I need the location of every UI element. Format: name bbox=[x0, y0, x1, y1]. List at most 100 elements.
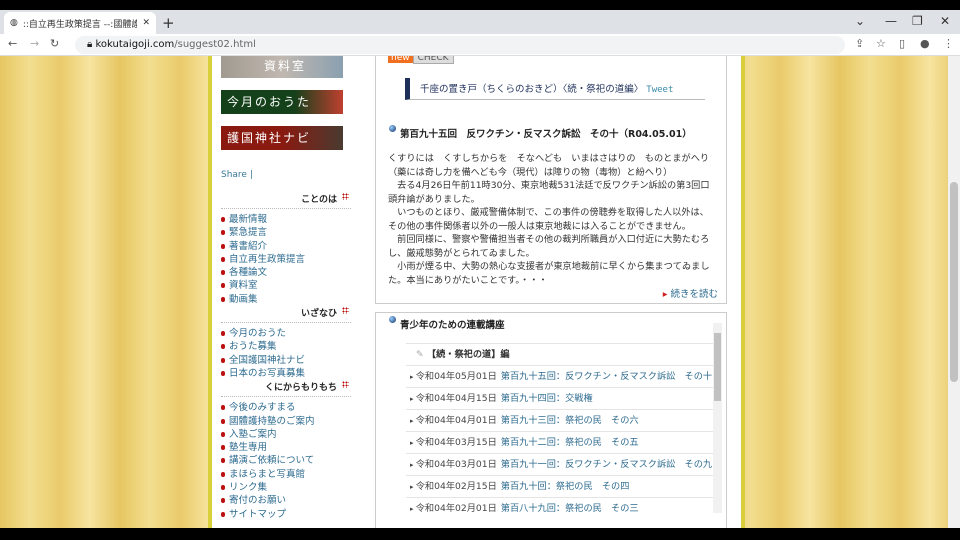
entry-link[interactable]: 第百九十五回：反ワクチン・反マスク訴訟 その十 bbox=[501, 371, 712, 382]
series-subheading-text: 【続・祭祀の道】編 bbox=[426, 349, 510, 360]
back-icon[interactable]: ← bbox=[8, 37, 17, 50]
tab-active[interactable]: ◍ ::自立再生政策提言 --:國體護持 ✕ bbox=[4, 12, 156, 34]
section-izanahi: いざなひ bbox=[221, 306, 351, 324]
list-item: 令和04年02月01日第百八十九回：祭祀の民 その三 bbox=[406, 497, 716, 519]
series-box: 青少年のための連載講座 ✎ 【続・祭祀の道】編 令和04年05月01日第百九十五… bbox=[375, 312, 727, 528]
reload-icon[interactable]: ↻ bbox=[50, 37, 59, 50]
section-heading: 千座の置き戸（ちくらのおきど）〈続・祭祀の道編〉 Tweet bbox=[405, 78, 705, 100]
article-line: くすりには くすしちからを そなへども いまはさはりの ものとまがへり bbox=[388, 153, 710, 164]
tab-strip: ◍ ::自立再生政策提言 --:國體護持 ✕ + ⌄ — ❐ ✕ bbox=[0, 10, 960, 34]
page-content: 資料室 今月のおうた 護国神社ナビ Share | ことのは 最新情報 緊急提言… bbox=[208, 56, 745, 528]
article-line: （藥には奇し力を備へども今（現代）は障りの物（毒物）と紛へり） bbox=[388, 166, 673, 178]
forward-icon[interactable]: → bbox=[30, 37, 39, 50]
nav-item[interactable]: 今月のおうた bbox=[221, 327, 351, 340]
section-kunikaramorimochi: くにからもりもち bbox=[221, 380, 351, 398]
article-body: くすりには くすしちからを そなへども いまはさはりの ものとまがへり （藥には… bbox=[376, 152, 726, 287]
nav-item[interactable]: 自立再生政策提言 bbox=[221, 253, 351, 266]
series-subheading: ✎ 【続・祭祀の道】編 bbox=[406, 343, 716, 365]
list-item: 令和04年03月15日第百九十二回：祭祀の民 その五 bbox=[406, 431, 716, 453]
close-tab-icon[interactable]: ✕ bbox=[142, 18, 150, 28]
nav-item[interactable]: 日本のお写真募集 bbox=[221, 367, 351, 380]
article-title[interactable]: 第百九十五回 反ワクチン・反マスク訴訟 その十（R04.05.01） bbox=[388, 125, 692, 140]
nav-item[interactable]: 動画集 bbox=[221, 293, 351, 306]
nav-item[interactable]: リンク集 bbox=[221, 481, 351, 494]
nav-item[interactable]: サイトマップ bbox=[221, 508, 351, 521]
check-label: CHECK bbox=[412, 56, 454, 64]
sidebar: 資料室 今月のおうた 護国神社ナビ Share | ことのは 最新情報 緊急提言… bbox=[221, 56, 351, 521]
nav-item[interactable]: 入塾ご案内 bbox=[221, 428, 351, 441]
nav-item[interactable]: 最新情報 bbox=[221, 213, 351, 226]
banner-kongetsu-no-outa[interactable]: 今月のおうた bbox=[221, 90, 343, 114]
share-icon[interactable]: ⇪ bbox=[855, 37, 864, 50]
entry-link[interactable]: 第百八十九回：祭祀の民 その三 bbox=[501, 503, 639, 514]
entry-link[interactable]: 第百九十回：祭祀の民 その四 bbox=[501, 481, 630, 492]
tweet-link[interactable]: Tweet bbox=[646, 85, 673, 95]
entry-date: 令和04年03月15日 bbox=[410, 437, 497, 448]
close-window-button[interactable]: ✕ bbox=[940, 14, 950, 28]
section-heading-text[interactable]: 千座の置き戸（ちくらのおきど）〈続・祭祀の道編〉 bbox=[420, 84, 643, 95]
profile-avatar-icon[interactable]: ● bbox=[920, 37, 930, 50]
entry-date: 令和04年03月01日 bbox=[410, 459, 497, 470]
article-line: いつものとほり、厳戒警備体制で、この事件の傍聴券を取得した人以外は、その他の事件… bbox=[388, 207, 709, 232]
banner-gokoku-jinja-navi[interactable]: 護国神社ナビ bbox=[221, 126, 343, 150]
list-item: 令和04年04月01日第百九十三回：祭祀の民 その六 bbox=[406, 409, 716, 431]
entry-date: 令和04年04月01日 bbox=[410, 415, 497, 426]
list-item: 令和04年03月01日第百九十一回：反ワクチン・反マスク訴訟 その九 bbox=[406, 453, 716, 475]
maximize-button[interactable]: ❐ bbox=[912, 14, 923, 28]
entry-date: 令和04年04月15日 bbox=[410, 393, 497, 404]
web-page: 資料室 今月のおうた 護国神社ナビ Share | ことのは 最新情報 緊急提言… bbox=[0, 56, 948, 528]
pencil-icon: ✎ bbox=[416, 349, 427, 360]
page-scrollbar[interactable] bbox=[948, 56, 960, 528]
section-kotonoha: ことのは bbox=[221, 192, 351, 209]
list-item: 令和04年02月15日第百九十回：祭祀の民 その四 bbox=[406, 475, 716, 497]
entry-link[interactable]: 第百九十一回：反ワクチン・反マスク訴訟 その九 bbox=[501, 459, 712, 470]
menu-icon[interactable]: ⋮ bbox=[943, 37, 954, 50]
nav-item[interactable]: 講演ご依頼について bbox=[221, 454, 351, 467]
nav-item[interactable]: 今後のみすまる bbox=[221, 401, 351, 414]
tab-search-icon[interactable]: ⌄ bbox=[855, 14, 865, 28]
article-line: 小雨が煙る中、大勢の熱心な支援者が東京地裁前に早くから集まつてゐました。本当にあ… bbox=[388, 261, 710, 286]
entry-date: 令和04年05月01日 bbox=[410, 371, 497, 382]
entry-link[interactable]: 第百九十四回：交戦権 bbox=[501, 393, 593, 404]
article-line: 去る4月26日午前11時30分、東京地裁531法廷で反ワクチン訴訟の第3回口頭弁… bbox=[388, 180, 710, 205]
series-list: ✎ 【続・祭祀の道】編 令和04年05月01日第百九十五回：反ワクチン・反マスク… bbox=[406, 343, 716, 523]
lock-icon: 🔒︎ bbox=[87, 39, 96, 50]
scrollbar-thumb[interactable] bbox=[950, 182, 958, 382]
entry-link[interactable]: 第百九十二回：祭祀の民 その五 bbox=[501, 437, 639, 448]
nav-item[interactable]: 全国護国神社ナビ bbox=[221, 354, 351, 367]
main-column: new CHECK 千座の置き戸（ちくらのおきど）〈続・祭祀の道編〉 Tweet … bbox=[375, 56, 727, 528]
share-link[interactable]: Share | bbox=[221, 170, 351, 180]
banner-shiryoshitsu[interactable]: 資料室 bbox=[221, 56, 343, 78]
globe-icon: ◍ bbox=[10, 18, 18, 28]
latest-article-box: new CHECK 千座の置き戸（ちくらのおきど）〈続・祭祀の道編〉 Tweet … bbox=[375, 56, 727, 304]
nav-item[interactable]: 資料室 bbox=[221, 279, 351, 292]
new-label: new bbox=[388, 56, 413, 63]
sidepanel-icon[interactable]: ▯ bbox=[899, 37, 905, 50]
list-item: 令和04年04月15日第百九十四回：交戦権 bbox=[406, 387, 716, 409]
read-more-link[interactable]: 続きを読む bbox=[663, 286, 726, 300]
nav-item[interactable]: まほらまと写真館 bbox=[221, 468, 351, 481]
series-list-scrollbar[interactable] bbox=[713, 323, 722, 513]
minimize-button[interactable]: — bbox=[885, 14, 897, 28]
nav-item[interactable]: 各種論文 bbox=[221, 266, 351, 279]
url-input[interactable]: 🔒︎ kokutaigoji.com/suggest02.html bbox=[75, 36, 845, 54]
list-item: 令和04年05月01日第百九十五回：反ワクチン・反マスク訴訟 その十 bbox=[406, 365, 716, 387]
nav-item[interactable]: 國體護持塾のご案内 bbox=[221, 415, 351, 428]
entry-date: 令和04年02月15日 bbox=[410, 481, 497, 492]
scrollbar-thumb[interactable] bbox=[714, 333, 721, 401]
entry-date: 令和04年02月01日 bbox=[410, 503, 497, 514]
url-path: /suggest02.html bbox=[174, 39, 256, 50]
new-check-badge: new CHECK bbox=[388, 56, 454, 64]
nav-item[interactable]: おうた募集 bbox=[221, 340, 351, 353]
article-line: 前回同様に、警察や警備担当者その他の裁判所職員が入口付近に大勢たむろし、厳戒態勢… bbox=[388, 234, 710, 259]
bookmark-star-icon[interactable]: ☆ bbox=[876, 37, 886, 50]
nav-item[interactable]: 寄付のお願い bbox=[221, 494, 351, 507]
url-domain: kokutaigoji.com bbox=[95, 39, 175, 50]
entry-link[interactable]: 第百九十三回：祭祀の民 その六 bbox=[501, 415, 639, 426]
nav-item[interactable]: 著書紹介 bbox=[221, 240, 351, 253]
tab-title: ::自立再生政策提言 --:國體護持 bbox=[22, 19, 138, 30]
new-tab-button[interactable]: + bbox=[162, 14, 175, 32]
nav-item[interactable]: 緊急提言 bbox=[221, 226, 351, 239]
nav-item[interactable]: 塾生専用 bbox=[221, 441, 351, 454]
series-title: 青少年のための連載講座 bbox=[388, 316, 505, 331]
